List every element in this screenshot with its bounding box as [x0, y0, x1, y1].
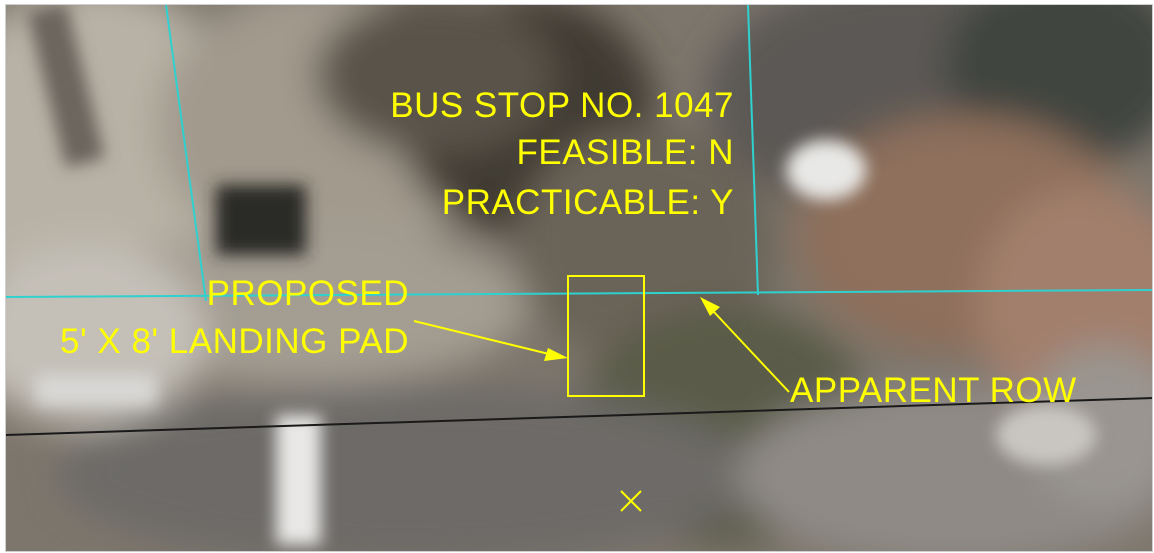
feasible-label: FEASIBLE: N	[516, 133, 734, 172]
map-canvas: BUS STOP NO. 1047 FEASIBLE: N PRACTICABL…	[6, 5, 1152, 551]
practicable-label: PRACTICABLE: Y	[442, 183, 734, 222]
proposed-label: PROPOSED	[207, 274, 409, 313]
landing-pad-size-label: 5' X 8' LANDING PAD	[60, 322, 409, 361]
aerial-map-view: BUS STOP NO. 1047 FEASIBLE: N PRACTICABL…	[5, 4, 1153, 552]
bus-stop-number-label: BUS STOP NO. 1047	[390, 86, 734, 125]
apparent-row-label: APPARENT ROW	[790, 371, 1077, 410]
